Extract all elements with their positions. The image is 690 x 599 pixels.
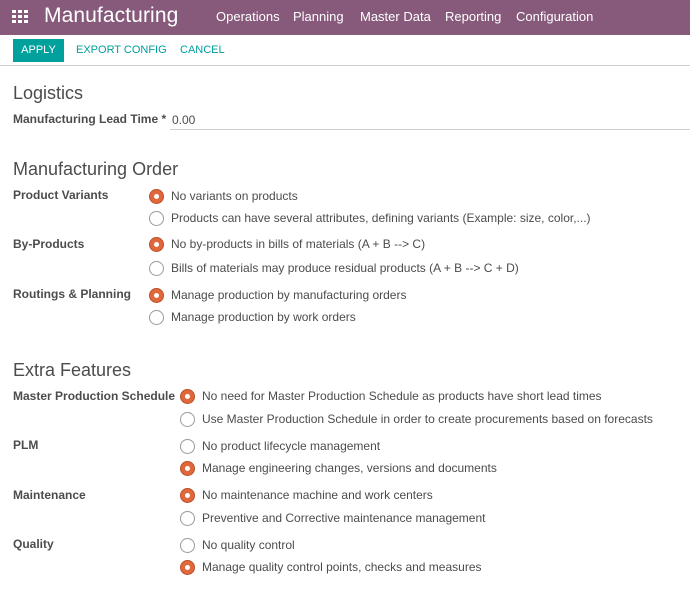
radio-use-mps[interactable]: Use Master Production Schedule in order … (180, 410, 653, 428)
radio-unchecked-icon[interactable] (180, 537, 195, 553)
radio-no-quality[interactable]: No quality control (180, 536, 295, 554)
radio-checked-icon[interactable] (149, 188, 164, 204)
mps-label: Master Production Schedule (13, 389, 176, 403)
radio-unchecked-icon[interactable] (180, 411, 195, 427)
radio-unchecked-icon[interactable] (149, 309, 164, 325)
radio-checked-icon[interactable] (180, 460, 195, 476)
lead-time-value: 0.00 (172, 113, 196, 127)
radio-checked-icon[interactable] (180, 559, 195, 575)
section-title-logistics: Logistics (13, 83, 84, 103)
radio-no-maintenance[interactable]: No maintenance machine and work centers (180, 486, 433, 504)
section-title-extra-features: Extra Features (13, 360, 132, 380)
export-config-button[interactable]: EXPORT CONFIG (76, 39, 167, 62)
radio-maintenance-management[interactable]: Preventive and Corrective maintenance ma… (180, 509, 486, 527)
menu-operations[interactable]: Operations (216, 9, 280, 24)
by-products-label: By-Products (13, 237, 85, 251)
radio-no-mps[interactable]: No need for Master Production Schedule a… (180, 387, 602, 405)
radio-no-plm[interactable]: No product lifecycle management (180, 437, 380, 455)
radio-no-variants[interactable]: No variants on products (149, 187, 298, 205)
app-title: Manufacturing (44, 4, 179, 27)
product-variants-label: Product Variants (13, 188, 109, 202)
menu-master-data[interactable]: Master Data (360, 9, 431, 24)
radio-checked-icon[interactable] (180, 388, 195, 404)
menu-configuration[interactable]: Configuration (516, 9, 593, 24)
routings-label: Routings & Planning (13, 287, 131, 301)
radio-residual-products[interactable]: Bills of materials may produce residual … (149, 259, 519, 277)
control-panel: APPLY EXPORT CONFIG CANCEL (0, 35, 690, 66)
radio-unchecked-icon[interactable] (149, 210, 164, 226)
radio-work-orders[interactable]: Manage production by work orders (149, 308, 356, 326)
lead-time-input[interactable]: 0.00 (170, 110, 690, 130)
radio-product-variants[interactable]: Products can have several attributes, de… (149, 209, 591, 227)
radio-checked-icon[interactable] (149, 236, 164, 252)
radio-no-by-products[interactable]: No by-products in bills of materials (A … (149, 235, 425, 253)
radio-manufacturing-orders[interactable]: Manage production by manufacturing order… (149, 286, 406, 304)
maintenance-label: Maintenance (13, 488, 86, 502)
radio-manage-plm[interactable]: Manage engineering changes, versions and… (180, 459, 497, 477)
quality-label: Quality (13, 537, 54, 551)
radio-manage-quality[interactable]: Manage quality control points, checks an… (180, 558, 482, 576)
section-title-manufacturing-order: Manufacturing Order (13, 159, 179, 179)
radio-checked-icon[interactable] (180, 487, 195, 503)
lead-time-label: Manufacturing Lead Time * (13, 112, 167, 126)
radio-unchecked-icon[interactable] (149, 260, 164, 276)
radio-checked-icon[interactable] (149, 287, 164, 303)
menu-reporting[interactable]: Reporting (445, 9, 501, 24)
apply-button[interactable]: APPLY (13, 39, 64, 62)
menu-planning[interactable]: Planning (293, 9, 344, 24)
radio-unchecked-icon[interactable] (180, 438, 195, 454)
radio-unchecked-icon[interactable] (180, 510, 195, 526)
top-navbar: Manufacturing Operations Planning Master… (0, 0, 690, 35)
cancel-button[interactable]: CANCEL (180, 39, 225, 62)
plm-label: PLM (13, 438, 39, 452)
apps-grid-icon[interactable] (12, 10, 28, 24)
